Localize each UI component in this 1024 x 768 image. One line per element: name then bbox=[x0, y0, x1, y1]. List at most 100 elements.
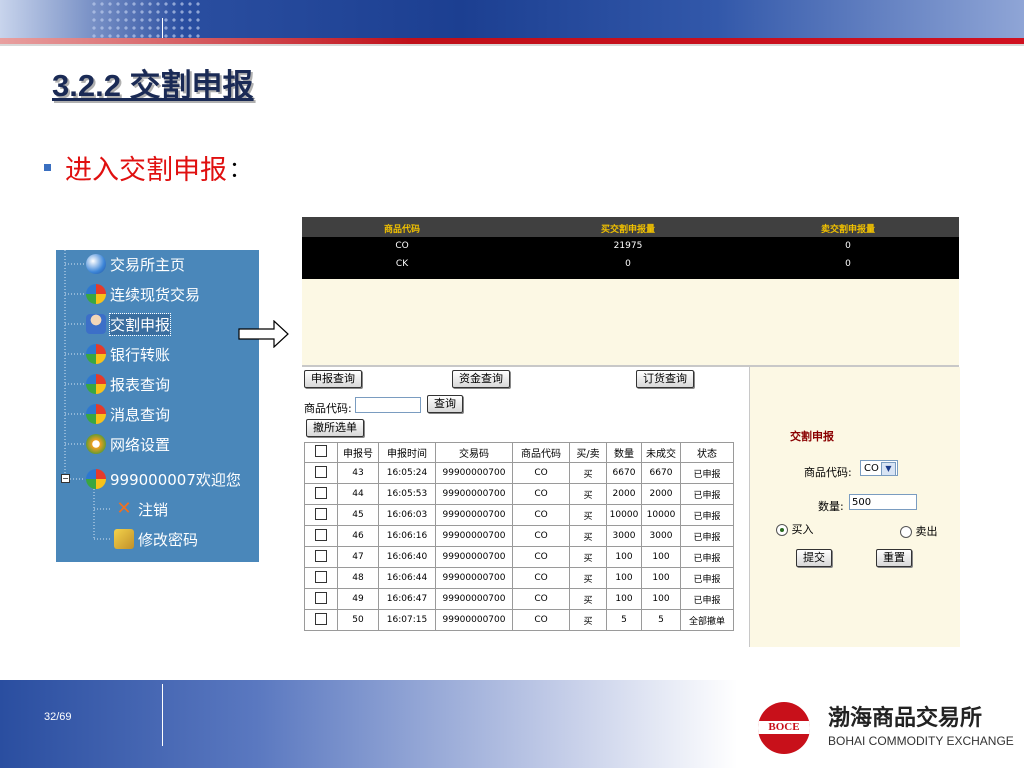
navigation-tree: − 交易所主页 连续现货交易 交割申报 银行转账 报表查询 消息查询 网络设置 … bbox=[56, 250, 259, 562]
summary-cell: 0 bbox=[845, 259, 851, 269]
select-all-cell[interactable] bbox=[304, 442, 338, 463]
table-row[interactable]: 46 16:06:16 99900000700 CO 买 3000 3000 已… bbox=[304, 525, 734, 547]
row-select-cell[interactable] bbox=[304, 462, 338, 484]
table-row[interactable]: 49 16:06:47 99900000700 CO 买 100 100 已申报 bbox=[304, 588, 734, 610]
commodity-code-input[interactable] bbox=[355, 397, 421, 413]
sell-radio-option[interactable]: 卖出 bbox=[900, 523, 938, 539]
row-select-cell[interactable] bbox=[304, 609, 338, 631]
buy-radio-option[interactable]: 买入 bbox=[776, 521, 814, 537]
colorful-ball-icon bbox=[86, 404, 106, 424]
row-select-cell[interactable] bbox=[304, 567, 338, 589]
table-row[interactable]: 45 16:06:03 99900000700 CO 买 10000 10000… bbox=[304, 504, 734, 526]
column-header[interactable]: 申报号 bbox=[337, 442, 379, 463]
summary-header-cell: 买交割申报量 bbox=[600, 225, 655, 235]
row-select-cell[interactable] bbox=[304, 588, 338, 610]
banner-gray-stripe bbox=[0, 44, 1024, 46]
table-cell: 已申报 bbox=[680, 462, 734, 484]
sell-radio[interactable] bbox=[900, 526, 912, 538]
exchange-name-en: BOHAI COMMODITY EXCHANGE bbox=[828, 734, 1014, 748]
tree-item-label: 报表查询 bbox=[110, 375, 171, 394]
table-cell: 买 bbox=[569, 567, 607, 589]
summary-grid-row[interactable]: CK 0 0 bbox=[302, 259, 959, 275]
row-select-cell[interactable] bbox=[304, 504, 338, 526]
table-row[interactable]: 47 16:06:40 99900000700 CO 买 100 100 已申报 bbox=[304, 546, 734, 568]
submit-button[interactable]: 提交 bbox=[796, 549, 832, 567]
row-select-cell[interactable] bbox=[304, 483, 338, 505]
tree-item-change-password[interactable]: 修改密码 bbox=[114, 526, 198, 552]
table-cell: CO bbox=[512, 609, 570, 631]
cancel-selected-button[interactable]: 撤所选单 bbox=[306, 419, 364, 437]
table-cell: 买 bbox=[569, 504, 607, 526]
table-cell: 44 bbox=[337, 483, 379, 505]
row-checkbox[interactable] bbox=[315, 612, 327, 625]
column-header[interactable]: 申报时间 bbox=[378, 442, 436, 463]
row-checkbox[interactable] bbox=[315, 570, 327, 583]
tab-declaration-query[interactable]: 申报查询 bbox=[304, 370, 362, 388]
tree-collapse-toggle[interactable]: − bbox=[61, 474, 70, 483]
tree-item-delivery-declaration[interactable]: 交割申报 bbox=[86, 311, 172, 337]
row-select-cell[interactable] bbox=[304, 525, 338, 547]
row-checkbox[interactable] bbox=[315, 549, 327, 562]
column-header[interactable]: 商品代码 bbox=[512, 442, 570, 463]
exchange-name-cn: 渤海商品交易所 bbox=[828, 706, 983, 731]
table-cell: 47 bbox=[337, 546, 379, 568]
user-computer-icon bbox=[86, 314, 106, 334]
tree-item-label: 银行转账 bbox=[110, 345, 171, 364]
column-header[interactable]: 未成交 bbox=[641, 442, 681, 463]
row-checkbox[interactable] bbox=[315, 486, 327, 499]
summary-header-cell: 商品代码 bbox=[383, 225, 420, 235]
tree-item-user-welcome[interactable]: 999000007欢迎您 bbox=[86, 466, 241, 492]
form-quantity-label: 数量: bbox=[818, 500, 844, 513]
form-commodity-select[interactable]: CO ▼ bbox=[860, 460, 898, 476]
table-cell: 99900000700 bbox=[435, 483, 513, 505]
row-checkbox[interactable] bbox=[315, 591, 327, 604]
tree-item-bank-transfer[interactable]: 银行转账 bbox=[86, 341, 170, 367]
table-cell: 99900000700 bbox=[435, 546, 513, 568]
table-cell: 16:06:44 bbox=[378, 567, 436, 589]
row-checkbox[interactable] bbox=[315, 528, 327, 541]
colorful-ball-icon bbox=[86, 469, 106, 489]
buy-radio[interactable] bbox=[776, 524, 788, 536]
table-row[interactable]: 43 16:05:24 99900000700 CO 买 6670 6670 已… bbox=[304, 462, 734, 484]
buy-radio-label: 买入 bbox=[791, 523, 814, 536]
select-all-checkbox[interactable] bbox=[315, 445, 327, 457]
tree-item-logout[interactable]: ✕ 注销 bbox=[114, 496, 168, 522]
table-cell: CO bbox=[512, 546, 570, 568]
tree-item-spot-trading[interactable]: 连续现货交易 bbox=[86, 281, 200, 307]
table-cell: 5 bbox=[641, 609, 681, 631]
form-commodity-label: 商品代码: bbox=[804, 466, 852, 479]
tree-item-report-query[interactable]: 报表查询 bbox=[86, 371, 170, 397]
banner-dot-pattern bbox=[90, 0, 200, 38]
column-header[interactable]: 数量 bbox=[606, 442, 642, 463]
tree-item-network-settings[interactable]: 网络设置 bbox=[86, 431, 170, 457]
tree-item-exchange-home[interactable]: 交易所主页 bbox=[86, 251, 185, 277]
chevron-down-icon[interactable]: ▼ bbox=[881, 462, 896, 476]
table-row[interactable]: 48 16:06:44 99900000700 CO 买 100 100 已申报 bbox=[304, 567, 734, 589]
table-cell: 100 bbox=[641, 588, 681, 610]
tree-item-message-query[interactable]: 消息查询 bbox=[86, 401, 170, 427]
table-cell: CO bbox=[512, 525, 570, 547]
tab-funds-query[interactable]: 资金查询 bbox=[452, 370, 510, 388]
row-checkbox[interactable] bbox=[315, 465, 327, 478]
table-cell: 2000 bbox=[606, 483, 642, 505]
form-quantity-input[interactable]: 500 bbox=[849, 494, 917, 510]
reset-button[interactable]: 重置 bbox=[876, 549, 912, 567]
table-row[interactable]: 44 16:05:53 99900000700 CO 买 2000 2000 已… bbox=[304, 483, 734, 505]
table-cell: CO bbox=[512, 504, 570, 526]
column-header[interactable]: 交易码 bbox=[435, 442, 513, 463]
form-commodity-value: CO bbox=[864, 463, 879, 474]
column-header[interactable]: 买/卖 bbox=[569, 442, 607, 463]
tab-order-query[interactable]: 订货查询 bbox=[636, 370, 694, 388]
table-cell: 16:06:03 bbox=[378, 504, 436, 526]
row-select-cell[interactable] bbox=[304, 546, 338, 568]
table-cell: 16:06:40 bbox=[378, 546, 436, 568]
delivery-app-window: 商品代码 买交割申报量 卖交割申报量 CO 21975 0 CK 0 0 申报查… bbox=[302, 217, 960, 647]
table-cell: 2000 bbox=[641, 483, 681, 505]
query-button[interactable]: 查询 bbox=[427, 395, 463, 413]
row-checkbox[interactable] bbox=[315, 507, 327, 520]
logout-icon: ✕ bbox=[116, 498, 132, 519]
table-row[interactable]: 50 16:07:15 99900000700 CO 买 5 5 全部撤单 bbox=[304, 609, 734, 631]
slide-title: 3.2.2 交割申报 bbox=[52, 68, 254, 103]
summary-grid-row[interactable]: CO 21975 0 bbox=[302, 241, 959, 257]
column-header[interactable]: 状态 bbox=[680, 442, 734, 463]
